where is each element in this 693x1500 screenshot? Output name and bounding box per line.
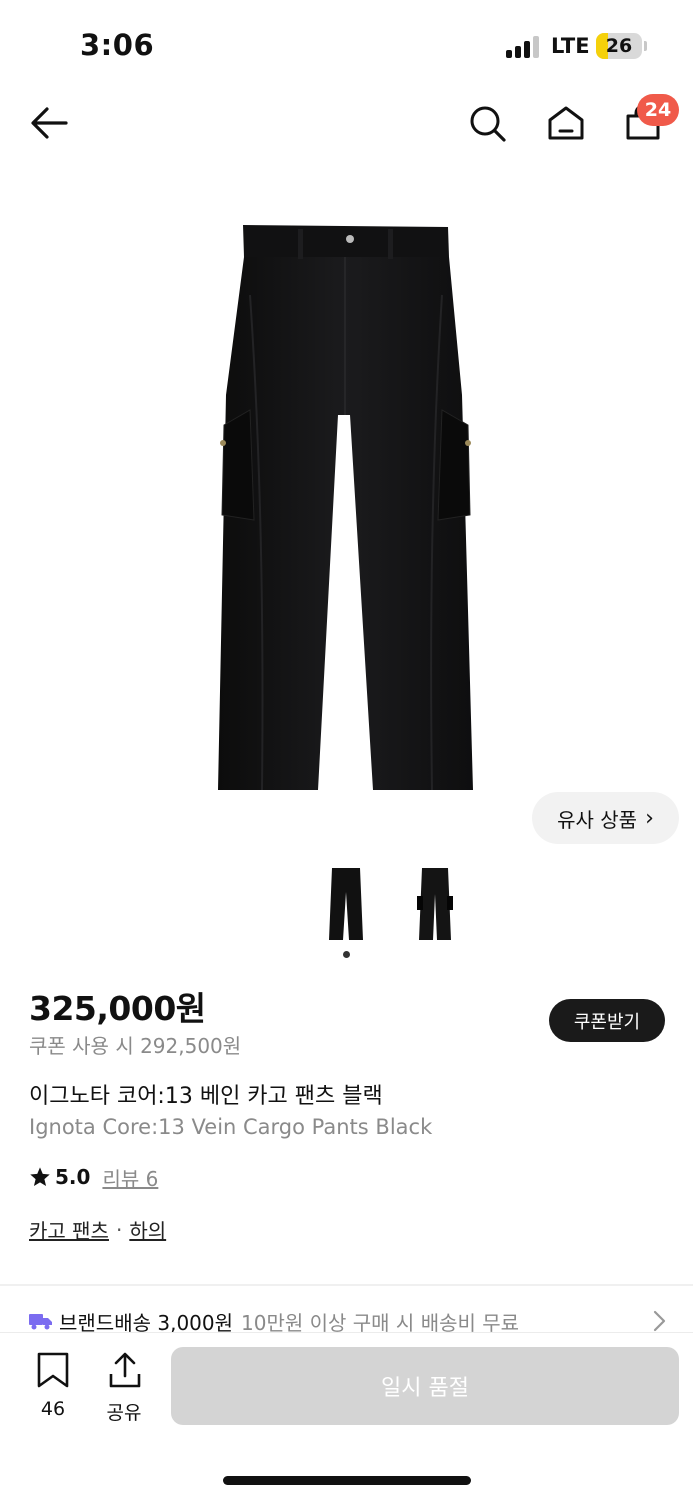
battery-icon: 26 xyxy=(596,33,642,59)
product-title-korean: 이그노타 코어:13 베인 카고 팬츠 블랙 xyxy=(29,1084,383,1109)
chevron-right-icon xyxy=(653,1310,666,1332)
status-time: 3:06 xyxy=(80,28,155,62)
star-icon xyxy=(30,1167,50,1186)
chevron-right-icon: › xyxy=(645,805,654,831)
product-title-english: Ignota Core:13 Vein Cargo Pants Black xyxy=(29,1115,433,1139)
share-label: 공유 xyxy=(106,1402,142,1424)
product-detail-page: 3:06 LTE 26 24 유사 상품 › 325,000원 쿠폰 사용 시 … xyxy=(0,0,693,1500)
rating-row: 5.0 리뷰 6 xyxy=(29,1162,158,1192)
section-divider xyxy=(0,1284,693,1286)
truck-icon xyxy=(29,1314,52,1330)
coupon-price: 쿠폰 사용 시 292,500원 xyxy=(29,1034,242,1058)
category-link[interactable]: 카고 팬츠 xyxy=(29,1215,109,1244)
back-arrow-icon[interactable] xyxy=(26,100,72,146)
cart-count-badge: 24 xyxy=(637,94,679,126)
status-bar: 3:06 LTE 26 xyxy=(0,0,693,90)
rating-value: 5.0 xyxy=(55,1165,91,1189)
signal-strength-icon xyxy=(506,36,540,58)
review-count-link[interactable]: 리뷰 6 xyxy=(102,1163,158,1192)
get-coupon-button[interactable]: 쿠폰받기 xyxy=(549,999,665,1042)
home-indicator xyxy=(223,1476,471,1485)
bookmark-button[interactable]: 46 xyxy=(30,1352,76,1424)
thumbnail-2[interactable] xyxy=(417,866,453,942)
search-icon[interactable] xyxy=(464,100,510,146)
breadcrumb-separator: · xyxy=(115,1217,123,1242)
product-price: 325,000원 xyxy=(29,989,206,1028)
sold-out-button[interactable]: 일시 품절 xyxy=(171,1347,679,1425)
similar-products-label: 유사 상품 xyxy=(557,807,638,832)
battery-tip xyxy=(644,41,647,51)
category-breadcrumb: 카고 팬츠 · 하의 xyxy=(29,1215,166,1244)
product-image[interactable] xyxy=(210,215,485,800)
share-button[interactable]: 공유 xyxy=(100,1352,148,1424)
thumbnail-1[interactable] xyxy=(328,866,364,942)
similar-products-button[interactable]: 유사 상품 › xyxy=(532,792,679,844)
bookmark-count: 46 xyxy=(40,1398,66,1420)
battery-level: 26 xyxy=(605,35,633,57)
gallery-page-indicator xyxy=(343,951,350,958)
share-icon xyxy=(109,1352,141,1388)
parent-category-link[interactable]: 하의 xyxy=(129,1215,166,1244)
home-icon[interactable] xyxy=(543,100,589,146)
bookmark-icon xyxy=(37,1352,69,1388)
network-type: LTE xyxy=(551,34,590,58)
